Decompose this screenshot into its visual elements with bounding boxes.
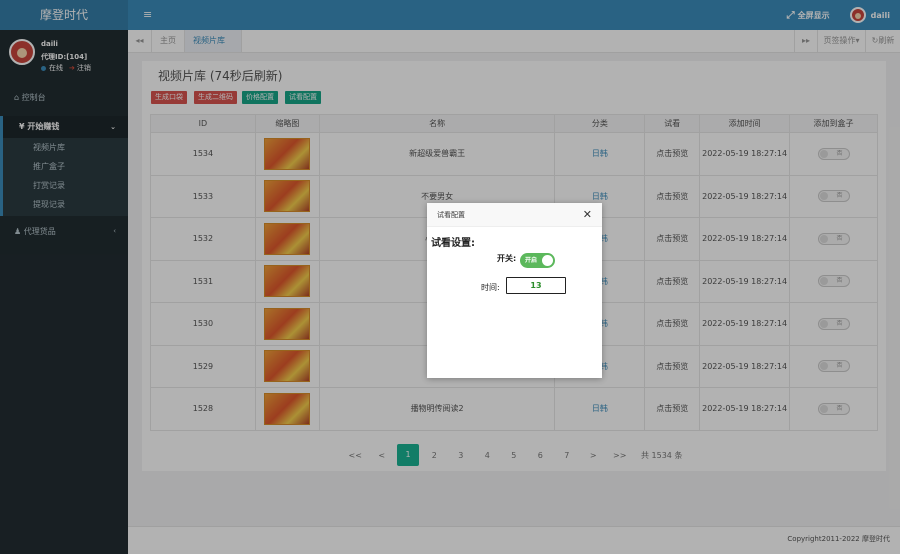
time-input[interactable]: 13 [506, 277, 566, 294]
modal-title: 试看配置 [437, 211, 465, 219]
preview-switch-toggle[interactable]: 开启 [520, 253, 555, 268]
modal-heading: 试看设置: [431, 238, 475, 249]
close-icon[interactable]: ✕ [583, 203, 592, 227]
time-label: 时间: [481, 283, 500, 292]
switch-label: 开关: [497, 254, 517, 263]
modal-header: 试看配置 ✕ [427, 203, 602, 227]
preview-config-modal: 试看配置 ✕ 试看设置: 开关: 开启 时间: 13 [427, 203, 602, 378]
